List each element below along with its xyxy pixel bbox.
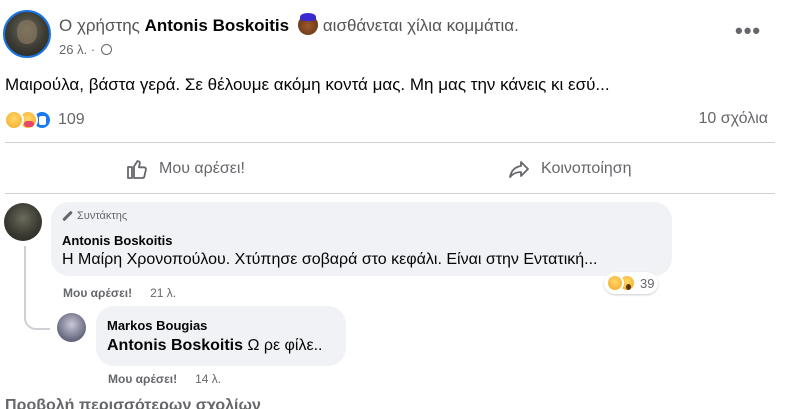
post-time[interactable]: 26 λ. · (59, 42, 95, 57)
commenter-avatar[interactable] (4, 203, 42, 241)
divider (5, 193, 775, 194)
globe-icon (100, 44, 112, 55)
author-badge-label: Συντάκτης (77, 210, 128, 222)
feeling-text: αισθάνεται χίλια κομμάτια. (322, 16, 519, 35)
author-badge: Συντάκτης (63, 210, 127, 222)
comment-like-button[interactable]: Μου αρέσει! (63, 286, 132, 300)
comment-reaction-count: 39 (640, 275, 655, 291)
share-button-label: Κοινοποίηση (541, 160, 632, 177)
thumbs-up-icon (127, 160, 147, 179)
reaction-count: 109 (58, 111, 85, 128)
like-button[interactable]: Μου αρέσει! (125, 155, 245, 183)
sad-icon (606, 274, 624, 292)
sad-icon (4, 110, 24, 130)
comment-bubble: Συντάκτης Antonis Boskoitis Η Μαίρη Χρον… (51, 202, 672, 276)
post-headline: Ο χρήστης Antonis Boskoitis αισθάνεται χ… (59, 13, 519, 36)
reply-thread-line (24, 246, 50, 330)
reply-author-name[interactable]: Markos Bougias (107, 318, 207, 333)
share-icon (509, 161, 529, 178)
author-avatar[interactable] (3, 10, 51, 58)
reply-like-button[interactable]: Μου αρέσει! (108, 372, 177, 386)
comment-reaction-summary[interactable]: 39 (604, 272, 659, 294)
author-name-link[interactable]: Antonis Boskoitis (145, 16, 290, 35)
reply-actions: Μου αρέσει! 14 λ. (108, 372, 221, 386)
commenter-name[interactable]: Antonis Boskoitis (62, 233, 173, 248)
divider (5, 142, 775, 143)
reply-time[interactable]: 14 λ. (195, 372, 221, 386)
comment-text: Η Μαίρη Χρονοπούλου. Χτύπησε σοβαρά στο … (62, 251, 598, 268)
more-options-icon[interactable]: ••• (735, 18, 761, 44)
like-button-label: Μου αρέσει! (159, 160, 245, 177)
comment-time[interactable]: 21 λ. (150, 286, 176, 300)
post-text: Μαιρούλα, βάστα γερά. Σε θέλουμε ακόμη κ… (5, 75, 610, 94)
pen-icon (63, 211, 73, 221)
comments-count-link[interactable]: 10 σχόλια (699, 110, 768, 128)
reply-body: Ω ρε φίλε.. (243, 337, 323, 354)
reply-bubble: Markos Bougias Antonis Boskoitis Ω ρε φί… (96, 306, 346, 366)
comment-actions: Μου αρέσει! 21 λ. (63, 286, 176, 300)
post-header: Ο χρήστης Antonis Boskoitis αισθάνεται χ… (0, 0, 800, 62)
headline-prefix: Ο χρήστης (59, 16, 140, 35)
reply-avatar[interactable] (57, 313, 86, 342)
reaction-summary[interactable]: 109 (4, 108, 85, 132)
reply-text: Antonis Boskoitis Ω ρε φίλε.. (107, 337, 323, 355)
mention-link[interactable]: Antonis Boskoitis (107, 337, 243, 354)
share-button[interactable]: Κοινοποίηση (507, 155, 632, 183)
feeling-icon (297, 13, 318, 35)
view-more-comments-link[interactable]: Προβολή περισσότερων σχολίων (5, 397, 261, 409)
post-meta: 26 λ. · (59, 42, 112, 57)
